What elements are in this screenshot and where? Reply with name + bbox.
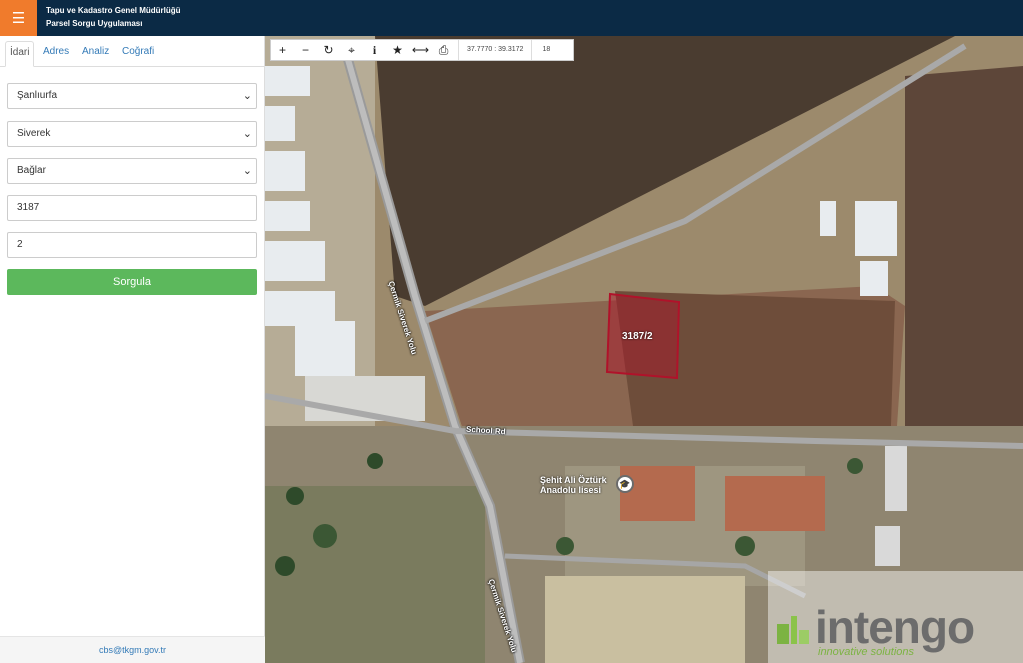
neighborhood-select-value: Bağlar	[17, 165, 46, 176]
zoom-in-icon[interactable]: +	[271, 40, 294, 60]
measure-icon[interactable]: ⟷	[409, 40, 432, 60]
block-input[interactable]: 3187	[7, 195, 257, 221]
tab-analiz[interactable]: Analiz	[82, 41, 109, 67]
hamburger-menu-icon[interactable]: ☰	[0, 0, 37, 36]
query-button[interactable]: Sorgula	[7, 269, 257, 295]
chevron-down-icon: ⌄	[242, 165, 252, 177]
parcel-input[interactable]: 2	[7, 232, 257, 258]
chevron-down-icon: ⌄	[242, 90, 252, 102]
zoom-level-readout: 18	[531, 40, 560, 60]
province-select-value: Şanlıurfa	[17, 90, 58, 101]
province-select[interactable]: Şanlıurfa ⌄	[7, 83, 257, 109]
intengo-logo-icon	[777, 616, 809, 644]
school-poi-line2: Anadolu lisesi	[540, 485, 602, 495]
top-bar: ☰ Tapu ve Kadastro Genel Müdürlüğü Parse…	[0, 0, 1023, 36]
tab-idari[interactable]: İdari	[5, 41, 35, 67]
sidebar: İdari Adres Analiz Coğrafi Şanlıurfa ⌄ S…	[0, 36, 265, 663]
app-title-line2: Parsel Sorgu Uygulaması	[46, 19, 143, 28]
locate-icon[interactable]: ⌖	[340, 40, 363, 60]
tab-cografi[interactable]: Coğrafi	[122, 41, 154, 67]
school-poi-line1: Şehit Ali Öztürk	[540, 475, 607, 485]
tab-bar: İdari Adres Analiz Coğrafi	[0, 36, 265, 67]
chevron-down-icon: ⌄	[242, 128, 252, 140]
tab-adres[interactable]: Adres	[43, 41, 69, 67]
refresh-icon[interactable]: ↻	[317, 40, 340, 60]
district-select-value: Siverek	[17, 128, 51, 139]
info-icon[interactable]: i	[363, 40, 386, 60]
district-select[interactable]: Siverek ⌄	[7, 121, 257, 147]
coordinate-readout: 37.7770 : 39.3172	[458, 40, 531, 60]
print-icon[interactable]: ⎙	[432, 40, 455, 60]
satellite-map	[265, 36, 1023, 663]
zoom-out-icon[interactable]: −	[294, 40, 317, 60]
neighborhood-select[interactable]: Bağlar ⌄	[7, 158, 257, 184]
app-title: Tapu ve Kadastro Genel Müdürlüğü Parsel …	[46, 4, 181, 30]
watermark-tagline: innovative solutions	[818, 646, 915, 658]
parcel-label: 3187/2	[622, 331, 653, 342]
footer-email-link[interactable]: cbs@tkgm.gov.tr	[0, 636, 265, 663]
star-icon[interactable]: ★	[386, 40, 409, 60]
school-poi-label: Şehit Ali Öztürk Anadolu lisesi	[540, 475, 607, 495]
map-view[interactable]	[265, 36, 1023, 663]
map-toolbar: + − ↻ ⌖ i ★ ⟷ ⎙ 37.7770 : 39.3172 18	[270, 39, 574, 61]
app-title-line1: Tapu ve Kadastro Genel Müdürlüğü	[46, 6, 181, 15]
graduation-cap-icon[interactable]: 🎓	[616, 475, 634, 493]
